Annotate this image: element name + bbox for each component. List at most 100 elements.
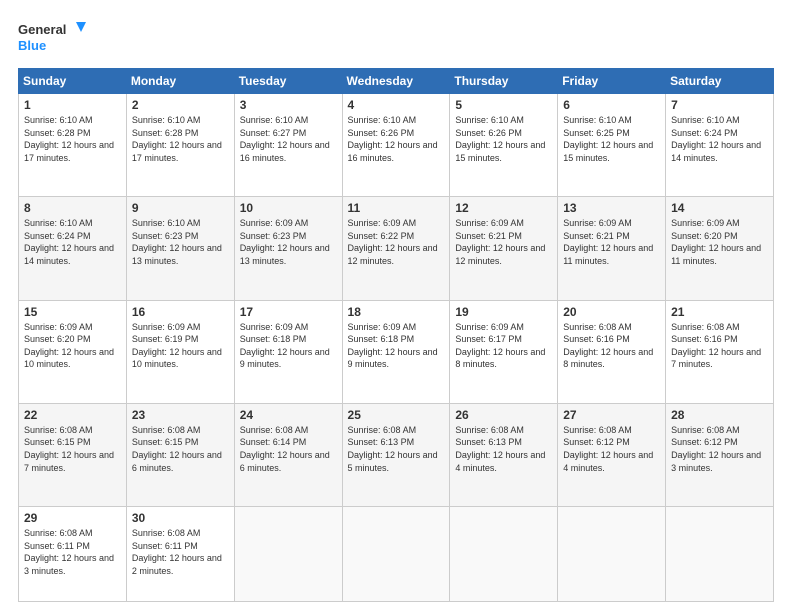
- table-row: 23 Sunrise: 6:08 AMSunset: 6:15 PMDayligh…: [126, 403, 234, 506]
- day-number: 22: [24, 408, 121, 422]
- table-row: [234, 507, 342, 602]
- day-info: Sunrise: 6:08 AMSunset: 6:12 PMDaylight:…: [671, 425, 761, 473]
- day-info: Sunrise: 6:09 AMSunset: 6:20 PMDaylight:…: [24, 322, 114, 370]
- day-number: 24: [240, 408, 337, 422]
- col-tuesday: Tuesday: [234, 69, 342, 94]
- day-info: Sunrise: 6:10 AMSunset: 6:24 PMDaylight:…: [24, 218, 114, 266]
- header: General Blue: [18, 18, 774, 58]
- table-row: 6 Sunrise: 6:10 AMSunset: 6:25 PMDaylight…: [558, 94, 666, 197]
- day-info: Sunrise: 6:10 AMSunset: 6:25 PMDaylight:…: [563, 115, 653, 163]
- day-info: Sunrise: 6:09 AMSunset: 6:19 PMDaylight:…: [132, 322, 222, 370]
- col-monday: Monday: [126, 69, 234, 94]
- day-number: 4: [348, 98, 445, 112]
- day-info: Sunrise: 6:08 AMSunset: 6:15 PMDaylight:…: [24, 425, 114, 473]
- day-number: 2: [132, 98, 229, 112]
- day-number: 16: [132, 305, 229, 319]
- day-info: Sunrise: 6:08 AMSunset: 6:15 PMDaylight:…: [132, 425, 222, 473]
- table-row: 25 Sunrise: 6:08 AMSunset: 6:13 PMDayligh…: [342, 403, 450, 506]
- day-info: Sunrise: 6:09 AMSunset: 6:17 PMDaylight:…: [455, 322, 545, 370]
- table-row: 1Sunrise: 6:10 AMSunset: 6:28 PMDaylight…: [19, 94, 127, 197]
- day-info: Sunrise: 6:08 AMSunset: 6:11 PMDaylight:…: [132, 528, 222, 576]
- table-row: 4 Sunrise: 6:10 AMSunset: 6:26 PMDaylight…: [342, 94, 450, 197]
- day-info: Sunrise: 6:10 AMSunset: 6:26 PMDaylight:…: [455, 115, 545, 163]
- day-number: 6: [563, 98, 660, 112]
- day-info: Sunrise: 6:08 AMSunset: 6:14 PMDaylight:…: [240, 425, 330, 473]
- calendar-table: Sunday Monday Tuesday Wednesday Thursday…: [18, 68, 774, 602]
- table-row: 2 Sunrise: 6:10 AMSunset: 6:28 PMDaylight…: [126, 94, 234, 197]
- day-number: 25: [348, 408, 445, 422]
- table-row: 13 Sunrise: 6:09 AMSunset: 6:21 PMDayligh…: [558, 197, 666, 300]
- table-row: 7 Sunrise: 6:10 AMSunset: 6:24 PMDaylight…: [666, 94, 774, 197]
- table-row: [342, 507, 450, 602]
- table-row: 16 Sunrise: 6:09 AMSunset: 6:19 PMDayligh…: [126, 300, 234, 403]
- table-row: 29 Sunrise: 6:08 AMSunset: 6:11 PMDayligh…: [19, 507, 127, 602]
- day-info: Sunrise: 6:08 AMSunset: 6:11 PMDaylight:…: [24, 528, 114, 576]
- day-number: 17: [240, 305, 337, 319]
- day-info: Sunrise: 6:09 AMSunset: 6:23 PMDaylight:…: [240, 218, 330, 266]
- logo: General Blue: [18, 18, 88, 58]
- svg-text:Blue: Blue: [18, 38, 46, 53]
- col-thursday: Thursday: [450, 69, 558, 94]
- day-info: Sunrise: 6:10 AMSunset: 6:26 PMDaylight:…: [348, 115, 438, 163]
- table-row: 9 Sunrise: 6:10 AMSunset: 6:23 PMDaylight…: [126, 197, 234, 300]
- day-number: 19: [455, 305, 552, 319]
- day-number: 9: [132, 201, 229, 215]
- table-row: 22 Sunrise: 6:08 AMSunset: 6:15 PMDayligh…: [19, 403, 127, 506]
- day-info: Sunrise: 6:08 AMSunset: 6:13 PMDaylight:…: [455, 425, 545, 473]
- day-number: 10: [240, 201, 337, 215]
- table-row: 3 Sunrise: 6:10 AMSunset: 6:27 PMDaylight…: [234, 94, 342, 197]
- table-row: 26Sunrise: 6:08 AMSunset: 6:13 PMDayligh…: [450, 403, 558, 506]
- day-number: 12: [455, 201, 552, 215]
- col-wednesday: Wednesday: [342, 69, 450, 94]
- table-row: 28 Sunrise: 6:08 AMSunset: 6:12 PMDayligh…: [666, 403, 774, 506]
- day-info: Sunrise: 6:10 AMSunset: 6:24 PMDaylight:…: [671, 115, 761, 163]
- table-row: 5Sunrise: 6:10 AMSunset: 6:26 PMDaylight…: [450, 94, 558, 197]
- day-number: 27: [563, 408, 660, 422]
- day-info: Sunrise: 6:08 AMSunset: 6:12 PMDaylight:…: [563, 425, 653, 473]
- day-info: Sunrise: 6:10 AMSunset: 6:27 PMDaylight:…: [240, 115, 330, 163]
- table-row: 24 Sunrise: 6:08 AMSunset: 6:14 PMDayligh…: [234, 403, 342, 506]
- logo-svg: General Blue: [18, 18, 88, 58]
- day-info: Sunrise: 6:09 AMSunset: 6:22 PMDaylight:…: [348, 218, 438, 266]
- table-row: [666, 507, 774, 602]
- col-sunday: Sunday: [19, 69, 127, 94]
- day-info: Sunrise: 6:09 AMSunset: 6:18 PMDaylight:…: [348, 322, 438, 370]
- day-number: 11: [348, 201, 445, 215]
- table-row: 11 Sunrise: 6:09 AMSunset: 6:22 PMDayligh…: [342, 197, 450, 300]
- day-number: 3: [240, 98, 337, 112]
- table-row: [558, 507, 666, 602]
- day-number: 23: [132, 408, 229, 422]
- day-info: Sunrise: 6:08 AMSunset: 6:16 PMDaylight:…: [671, 322, 761, 370]
- table-row: 27 Sunrise: 6:08 AMSunset: 6:12 PMDayligh…: [558, 403, 666, 506]
- table-row: [450, 507, 558, 602]
- day-number: 1: [24, 98, 121, 112]
- table-row: 8 Sunrise: 6:10 AMSunset: 6:24 PMDaylight…: [19, 197, 127, 300]
- table-row: 21 Sunrise: 6:08 AMSunset: 6:16 PMDayligh…: [666, 300, 774, 403]
- day-info: Sunrise: 6:09 AMSunset: 6:21 PMDaylight:…: [563, 218, 653, 266]
- day-number: 28: [671, 408, 768, 422]
- day-info: Sunrise: 6:10 AMSunset: 6:23 PMDaylight:…: [132, 218, 222, 266]
- day-number: 13: [563, 201, 660, 215]
- day-number: 7: [671, 98, 768, 112]
- day-number: 30: [132, 511, 229, 525]
- table-row: 17 Sunrise: 6:09 AMSunset: 6:18 PMDayligh…: [234, 300, 342, 403]
- table-row: 20Sunrise: 6:08 AMSunset: 6:16 PMDayligh…: [558, 300, 666, 403]
- header-row: Sunday Monday Tuesday Wednesday Thursday…: [19, 69, 774, 94]
- day-info: Sunrise: 6:09 AMSunset: 6:21 PMDaylight:…: [455, 218, 545, 266]
- col-friday: Friday: [558, 69, 666, 94]
- table-row: 14Sunrise: 6:09 AMSunset: 6:20 PMDayligh…: [666, 197, 774, 300]
- page: General Blue Sunday Monday Tuesday Wedne…: [0, 0, 792, 612]
- col-saturday: Saturday: [666, 69, 774, 94]
- table-row: 30 Sunrise: 6:08 AMSunset: 6:11 PMDayligh…: [126, 507, 234, 602]
- day-number: 15: [24, 305, 121, 319]
- day-number: 8: [24, 201, 121, 215]
- day-number: 21: [671, 305, 768, 319]
- day-info: Sunrise: 6:09 AMSunset: 6:18 PMDaylight:…: [240, 322, 330, 370]
- day-number: 29: [24, 511, 121, 525]
- day-info: Sunrise: 6:10 AMSunset: 6:28 PMDaylight:…: [132, 115, 222, 163]
- day-info: Sunrise: 6:08 AMSunset: 6:13 PMDaylight:…: [348, 425, 438, 473]
- day-number: 18: [348, 305, 445, 319]
- day-info: Sunrise: 6:09 AMSunset: 6:20 PMDaylight:…: [671, 218, 761, 266]
- table-row: 12 Sunrise: 6:09 AMSunset: 6:21 PMDayligh…: [450, 197, 558, 300]
- day-info: Sunrise: 6:08 AMSunset: 6:16 PMDaylight:…: [563, 322, 653, 370]
